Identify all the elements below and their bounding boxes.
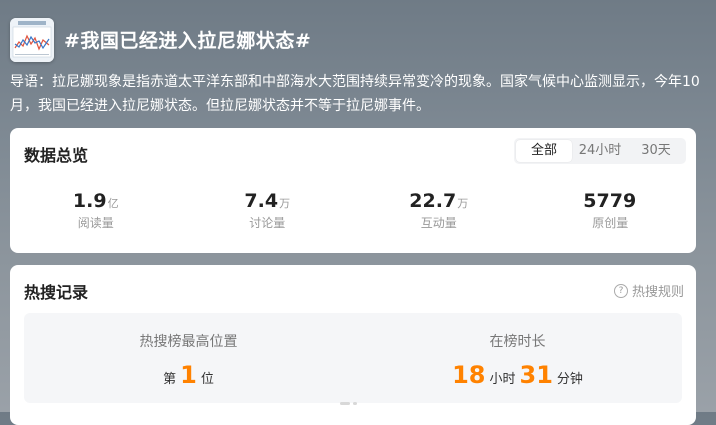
stat-label: 原创量 — [592, 216, 629, 230]
stat-unit: 亿 — [107, 197, 119, 210]
record-box: 热搜榜最高位置 第1位 在榜时长 18 小时 31 分钟 — [24, 313, 682, 403]
topic-lead: 导语：拉尼娜现象是指赤道太平洋东部和中部海水大范围持续异常变冷的现象。国家气候中… — [10, 74, 700, 114]
peak-position: 热搜榜最高位置 第1位 — [24, 313, 353, 403]
stat-value: 7.4 — [244, 190, 279, 212]
time-range-tabs: 全部 24小时 30天 — [514, 138, 686, 164]
hot-record-card: 热搜记录 ? 热搜规则 热搜榜最高位置 第1位 在榜时长 18 小时 31 分钟 — [10, 265, 696, 425]
stat-label: 互动量 — [420, 216, 457, 230]
tab-all[interactable]: 全部 — [516, 140, 572, 162]
stat-value: 22.7 — [409, 190, 457, 212]
stat-value: 5779 — [583, 190, 637, 212]
hot-rules-link[interactable]: ? 热搜规则 — [613, 281, 684, 300]
peak-rank: 1 — [180, 361, 197, 389]
topic-thumbnail — [10, 18, 54, 62]
stat-unit: 万 — [457, 197, 469, 210]
duration-label: 在榜时长 — [489, 334, 546, 350]
page-dot-active — [340, 402, 350, 405]
hot-rules-label: 热搜规则 — [631, 285, 684, 300]
stat-originals: 5779 原创量 — [525, 190, 697, 231]
topic-title: #我国已经进入拉尼娜状态# — [64, 30, 312, 52]
duration-minutes: 31 — [519, 361, 553, 389]
overview-card: 数据总览 全部 24小时 30天 1.9亿 阅读量 7.4万 讨论量 22.7万… — [10, 128, 696, 253]
peak-prefix: 第 — [163, 372, 177, 387]
page-dot — [353, 402, 357, 405]
stat-discussions: 7.4万 讨论量 — [182, 190, 354, 231]
overview-title: 数据总览 — [24, 146, 89, 165]
hot-record-title: 热搜记录 — [24, 283, 89, 302]
stat-value: 1.9 — [72, 190, 107, 212]
duration-hours-unit: 小时 — [489, 372, 516, 387]
question-icon: ? — [613, 283, 628, 298]
duration-hours: 18 — [452, 361, 486, 389]
stat-reads: 1.9亿 阅读量 — [10, 190, 182, 231]
pagination-dots — [340, 402, 357, 405]
stats-row: 1.9亿 阅读量 7.4万 讨论量 22.7万 互动量 5779 原创量 — [10, 190, 696, 231]
tab-30d[interactable]: 30天 — [628, 140, 684, 162]
on-list-duration: 在榜时长 18 小时 31 分钟 — [353, 313, 682, 403]
peak-label: 热搜榜最高位置 — [139, 334, 238, 350]
duration-minutes-unit: 分钟 — [556, 372, 583, 387]
stat-label: 阅读量 — [77, 216, 114, 230]
stat-interactions: 22.7万 互动量 — [353, 190, 525, 231]
peak-suffix: 位 — [200, 372, 214, 387]
stat-label: 讨论量 — [249, 216, 286, 230]
stat-unit: 万 — [279, 197, 291, 210]
tab-24h[interactable]: 24小时 — [572, 140, 628, 162]
